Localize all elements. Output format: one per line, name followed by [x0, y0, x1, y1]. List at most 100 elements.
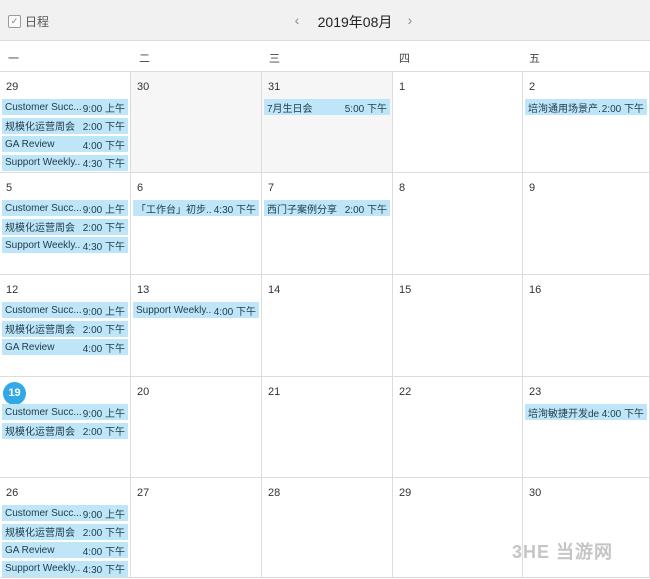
- event-title: Customer Succ...: [5, 101, 81, 113]
- day-cell[interactable]: 22: [393, 377, 523, 478]
- day-number: 31: [268, 81, 281, 93]
- event-item[interactable]: 「工作台」初步... 4:30 下午: [133, 200, 259, 216]
- month-title: 2019年08月: [317, 14, 393, 30]
- day-cell[interactable]: 29: [393, 478, 523, 578]
- event-title: 规模化运营周会: [5, 427, 75, 439]
- event-item[interactable]: 培洵敏捷开发de... 4:00 下午: [525, 404, 647, 420]
- day-cell[interactable]: 20: [131, 377, 262, 478]
- event-title: 培洵通用场景产...: [528, 103, 600, 115]
- event-time: 2:00 下午: [82, 528, 125, 540]
- event-title: Support Weekly...: [5, 563, 81, 575]
- event-time: 9:00 上午: [82, 306, 125, 318]
- event-list: Support Weekly... 4:00 下午: [133, 302, 259, 321]
- event-item[interactable]: Support Weekly... 4:30 下午: [2, 560, 128, 577]
- day-cell[interactable]: 26 Customer Succ... 9:00 上午规模化运营周会 2:00 下午 G…: [0, 478, 131, 578]
- day-number: 30: [529, 487, 542, 499]
- event-item[interactable]: 规模化运营周会 2:00 下午: [2, 218, 128, 235]
- event-title: 7月生日会: [267, 103, 313, 115]
- day-cell[interactable]: 31 7月生日会 5:00 下午: [262, 72, 393, 173]
- day-cell[interactable]: 12 Customer Succ... 9:00 上午 规模化运营周会 2:00 下午 G…: [0, 275, 131, 377]
- day-number: 1: [399, 81, 406, 93]
- event-item[interactable]: Customer Succ... 9:00 上午: [2, 302, 128, 318]
- event-item[interactable]: Support Weekly... 4:30 下午: [2, 237, 128, 254]
- day-cell[interactable]: 28: [262, 478, 393, 578]
- day-cell[interactable]: 6 「工作台」初步... 4:30 下午: [131, 173, 262, 275]
- next-month-button[interactable]: ›: [403, 11, 417, 29]
- event-item[interactable]: 7月生日会 5:00 下午: [264, 99, 390, 115]
- month-grid: 29 Customer Succ... 9:00 上午 规模化运营周会 2:00 下午 G…: [0, 72, 650, 578]
- day-number: 23: [529, 386, 542, 398]
- event-title: Customer Succ...: [5, 304, 81, 316]
- event-item[interactable]: 培洵通用场景产... 2:00 下午: [525, 99, 647, 115]
- event-title: Support Weekly...: [136, 304, 212, 316]
- day-cell[interactable]: 7 西门子案例分享 2:00 下午: [262, 173, 393, 275]
- event-item[interactable]: Customer Succ... 9:00 上午: [2, 505, 128, 521]
- day-number: 27: [137, 487, 150, 499]
- day-cell[interactable]: 23 培洵敏捷开发de... 4:00 下午: [523, 377, 650, 478]
- calendar-toolbar: ✓ 日程 ‹ 2019年08月 ›: [0, 0, 650, 41]
- event-time: 5:00 下午: [344, 103, 387, 115]
- prev-month-button[interactable]: ‹: [290, 11, 304, 29]
- day-cell[interactable]: 14: [262, 275, 393, 377]
- weekday-thu: 四: [399, 53, 410, 65]
- event-item[interactable]: 规模化运营周会 2:00 下午: [2, 320, 128, 337]
- event-item[interactable]: Support Weekly... 4:00 下午: [133, 302, 259, 318]
- weekday-header: 一 二 三 四 五: [0, 41, 650, 72]
- day-cell[interactable]: 1: [393, 72, 523, 173]
- event-item[interactable]: Customer Succ... 9:00 上午: [2, 200, 128, 216]
- event-item[interactable]: GA Review 4:00 下午: [2, 542, 128, 559]
- check-square-icon: ✓: [8, 14, 21, 28]
- day-number: 20: [137, 386, 150, 398]
- day-cell[interactable]: 5 Customer Succ... 9:00 上午 规模化运营周会 2:00 下午 Su…: [0, 173, 131, 275]
- app-title[interactable]: ✓ 日程: [8, 13, 49, 29]
- event-time: 9:00 上午: [82, 408, 125, 420]
- day-number: 28: [268, 487, 281, 499]
- event-item[interactable]: GA Review 4:00 下午: [2, 339, 128, 356]
- event-list: 「工作台」初步... 4:30 下午: [133, 200, 259, 219]
- event-title: 规模化运营周会: [5, 325, 75, 337]
- day-number: 14: [268, 284, 281, 296]
- day-cell[interactable]: 27: [131, 478, 262, 578]
- event-list: Customer Succ... 9:00 上午 规模化运营周会 2:00 下午: [2, 404, 128, 441]
- event-item[interactable]: 规模化运营周会 2:00 下午: [2, 523, 128, 540]
- day-cell[interactable]: 8: [393, 173, 523, 275]
- day-number: 16: [529, 284, 542, 296]
- event-item[interactable]: 规模化运营周会 2:00 下午: [2, 117, 128, 134]
- event-list: Customer Succ... 9:00 上午规模化运营周会 2:00 下午 GA …: [2, 505, 128, 579]
- event-title: GA Review: [5, 544, 55, 556]
- event-title: 规模化运营周会: [5, 528, 75, 540]
- day-cell[interactable]: 16: [523, 275, 650, 377]
- day-cell[interactable]: 29 Customer Succ... 9:00 上午 规模化运营周会 2:00 下午 G…: [0, 72, 131, 173]
- event-time: 4:30 下午: [82, 159, 125, 171]
- event-title: Support Weekly...: [5, 157, 81, 169]
- event-item[interactable]: 西门子案例分享 2:00 下午: [264, 200, 390, 216]
- day-cell[interactable]: 15: [393, 275, 523, 377]
- day-cell[interactable]: 21: [262, 377, 393, 478]
- event-list: Customer Succ... 9:00 上午 规模化运营周会 2:00 下午 GA …: [2, 302, 128, 358]
- day-cell[interactable]: 2 培洵通用场景产... 2:00 下午: [523, 72, 650, 173]
- day-cell[interactable]: 9: [523, 173, 650, 275]
- weekday-mon: 一: [8, 53, 19, 65]
- day-cell[interactable]: 13 Support Weekly... 4:00 下午: [131, 275, 262, 377]
- day-number: 29: [399, 487, 412, 499]
- event-time: 4:00 下午: [82, 546, 125, 558]
- weekday-fri: 五: [529, 53, 540, 65]
- event-item[interactable]: Customer Succ... 9:00 上午: [2, 99, 128, 115]
- event-list: Customer Succ... 9:00 上午 规模化运营周会 2:00 下午 Sup…: [2, 200, 128, 256]
- day-number: 6: [137, 182, 144, 194]
- event-item[interactable]: 规模化运营周会 2:00 下午: [2, 422, 128, 439]
- event-item[interactable]: Customer Succ... 9:00 上午: [2, 404, 128, 420]
- day-cell[interactable]: 30: [131, 72, 262, 173]
- event-item[interactable]: Support Weekly... 4:30 下午: [2, 154, 128, 171]
- event-title: 「工作台」初步...: [136, 204, 212, 216]
- day-number: 26: [6, 487, 19, 499]
- event-title: Customer Succ...: [5, 202, 81, 214]
- event-time: 9:00 上午: [82, 204, 125, 216]
- day-cell[interactable]: 19 Customer Succ... 9:00 上午 规模化运营周会 2:00 下午: [0, 377, 131, 478]
- today-date-badge: 19: [3, 382, 26, 405]
- app-title-label: 日程: [25, 14, 50, 29]
- event-title: GA Review: [5, 341, 55, 353]
- day-number: 13: [137, 284, 150, 296]
- event-item[interactable]: GA Review 4:00 下午: [2, 136, 128, 153]
- weekday-wed: 三: [269, 53, 280, 65]
